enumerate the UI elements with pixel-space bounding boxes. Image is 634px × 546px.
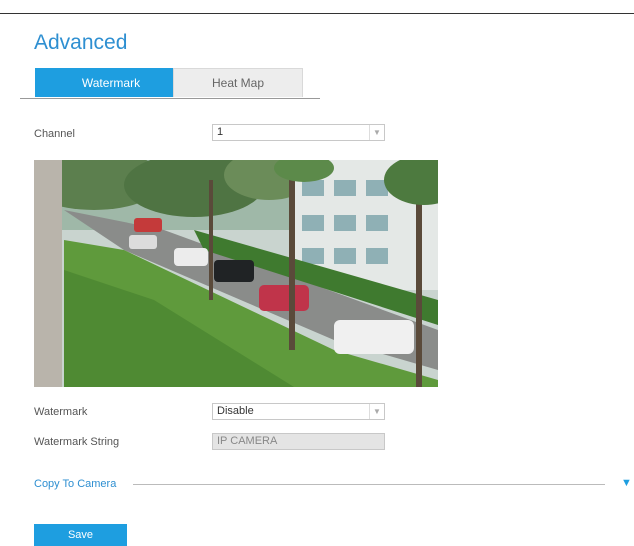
save-button[interactable]: Save: [34, 524, 127, 546]
channel-label: Channel: [34, 128, 75, 140]
copy-to-camera-toggle[interactable]: Copy To Camera: [34, 478, 116, 490]
tab-bar: Watermark Heat Map: [20, 68, 320, 99]
watermark-select[interactable]: Disable ▼: [212, 403, 385, 420]
tab-heat-map[interactable]: Heat Map: [173, 68, 303, 97]
top-divider: [0, 13, 634, 14]
channel-value: 1: [217, 126, 224, 138]
copy-divider: [133, 484, 605, 485]
page-title: Advanced: [34, 31, 128, 54]
chevron-down-icon: ▼: [369, 404, 384, 419]
camera-preview-image: [34, 160, 438, 387]
tab-watermark[interactable]: Watermark: [35, 68, 187, 97]
watermark-string-label: Watermark String: [34, 436, 120, 448]
channel-select[interactable]: 1 ▼: [212, 124, 385, 141]
watermark-label: Watermark: [34, 406, 88, 418]
triangle-down-icon[interactable]: ▼: [621, 477, 632, 489]
watermark-value: Disable: [217, 405, 254, 417]
camera-preview: [34, 160, 438, 387]
watermark-string-input[interactable]: IP CAMERA: [212, 433, 385, 450]
chevron-down-icon: ▼: [369, 125, 384, 140]
